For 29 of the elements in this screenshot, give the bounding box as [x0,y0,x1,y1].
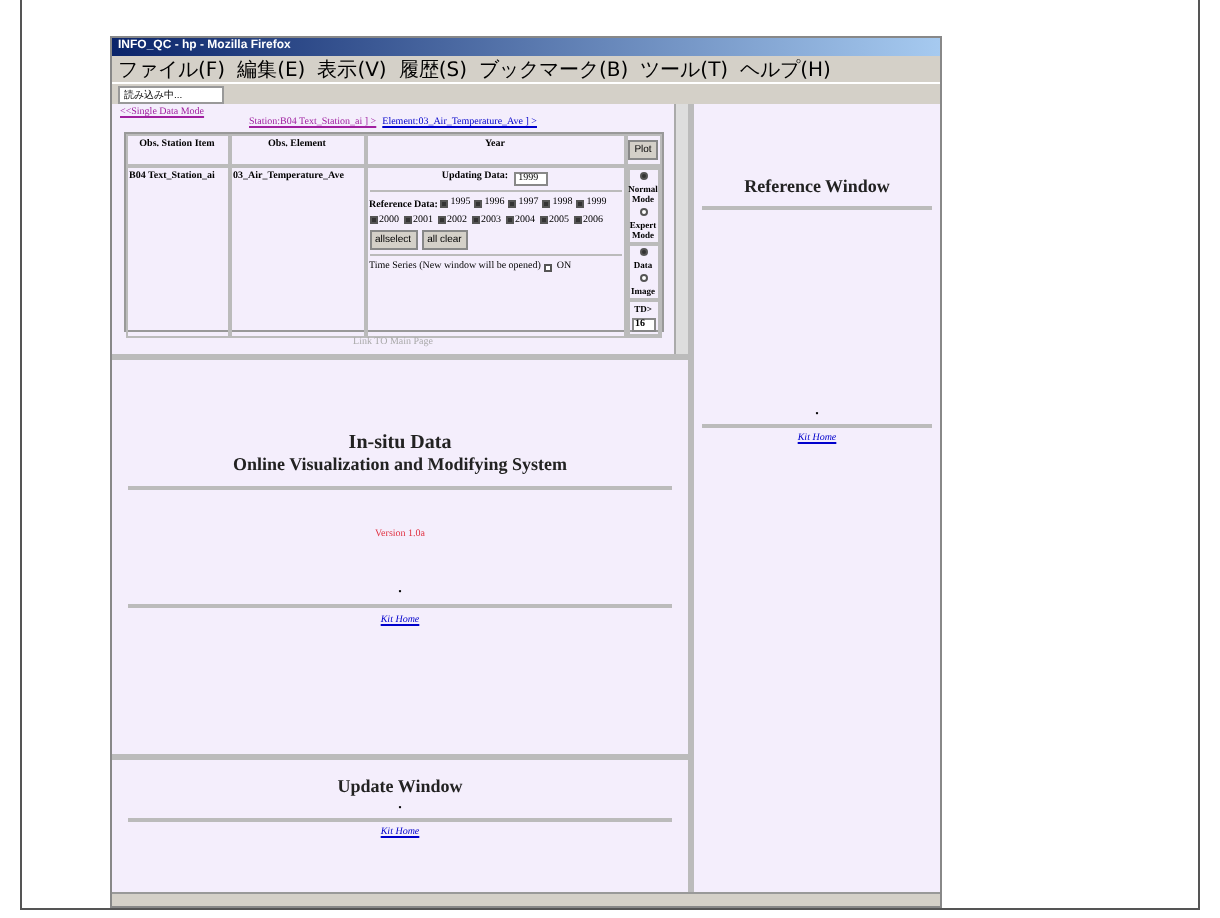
checkbox[interactable] [542,199,551,207]
menu-item[interactable]: ブックマーク(B) [479,55,629,83]
menu-item[interactable]: ファイル(F) [118,55,226,83]
checkbox[interactable] [505,216,513,224]
page-title: In-situ Data [348,432,452,454]
menu-item[interactable]: ツール(T) [640,55,729,83]
page-subtitle: Online Visualization and Modifying System [232,454,568,474]
radio-button[interactable] [639,248,647,256]
update-title: Update Window [337,776,463,796]
radio-button[interactable] [639,208,647,216]
scrollbar[interactable] [674,104,688,354]
checkbox[interactable] [474,199,483,207]
checkbox[interactable] [369,216,377,224]
checkbox[interactable] [440,199,449,207]
checkbox[interactable] [576,199,585,207]
menu-item[interactable]: 履歴(S) [398,55,467,83]
menu-item[interactable]: 編集(E) [237,55,306,83]
checkbox[interactable] [544,263,553,271]
checkbox[interactable] [437,216,445,224]
checkbox[interactable] [539,216,547,224]
checkbox[interactable] [471,216,479,224]
menu-item[interactable]: 表示(V) [317,55,387,83]
menu-item[interactable]: ヘルプ(H) [740,55,831,83]
radio-button[interactable] [639,274,647,282]
checkbox[interactable] [508,199,517,207]
radio-button[interactable] [639,172,647,180]
reference-title: Reference Window [744,176,890,196]
checkbox[interactable] [403,216,411,224]
checkbox[interactable] [573,216,581,224]
